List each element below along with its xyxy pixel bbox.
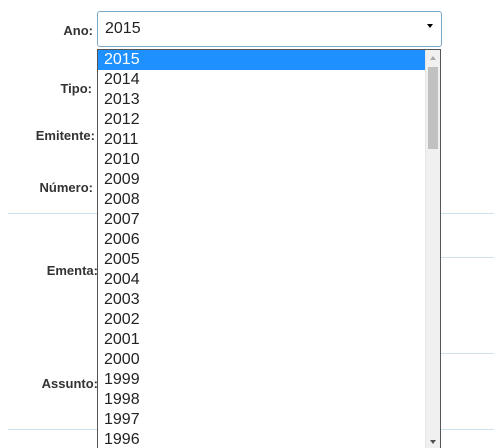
separator	[441, 353, 494, 354]
year-option[interactable]: 2010	[98, 150, 426, 170]
year-option[interactable]: 2003	[98, 290, 426, 310]
label-assunto: Assunto:	[41, 376, 98, 391]
label-tipo: Tipo:	[60, 81, 92, 96]
year-option[interactable]: 2011	[98, 130, 426, 150]
separator	[441, 257, 494, 258]
year-option[interactable]: 2006	[98, 230, 426, 250]
year-option[interactable]: 2000	[98, 350, 426, 370]
year-select[interactable]: 2015	[97, 11, 442, 47]
year-option[interactable]: 2005	[98, 250, 426, 270]
year-option[interactable]: 2013	[98, 90, 426, 110]
year-option[interactable]: 1997	[98, 410, 426, 430]
year-option[interactable]: 2008	[98, 190, 426, 210]
year-option[interactable]: 2015	[98, 50, 426, 70]
year-dropdown-list[interactable]: 2015 2014 2013 2012 2011 2010 2009 2008 2007 2006…	[97, 49, 441, 448]
year-option[interactable]: 2002	[98, 310, 426, 330]
year-option[interactable]: 1999	[98, 370, 426, 390]
year-option[interactable]: 1998	[98, 390, 426, 410]
label-emitente: Emitente:	[35, 128, 95, 143]
year-option[interactable]: 2001	[98, 330, 426, 350]
year-option[interactable]: 2012	[98, 110, 426, 130]
year-option[interactable]: 2007	[98, 210, 426, 230]
label-ano: Ano:	[63, 23, 93, 38]
label-ementa: Ementa:	[46, 263, 98, 278]
year-option[interactable]: 2014	[98, 70, 426, 90]
scrollbar-thumb[interactable]	[428, 67, 438, 149]
dropdown-scrollbar[interactable]	[425, 50, 440, 448]
dropdown-arrow-icon	[427, 24, 433, 28]
year-option[interactable]: 2009	[98, 170, 426, 190]
year-option[interactable]: 2004	[98, 270, 426, 290]
year-select-value: 2015	[105, 20, 141, 37]
scroll-down-arrow-icon[interactable]	[430, 440, 436, 444]
scroll-up-arrow-icon[interactable]	[430, 56, 436, 60]
label-numero: Número:	[39, 180, 93, 195]
year-option[interactable]: 1996	[98, 430, 426, 448]
